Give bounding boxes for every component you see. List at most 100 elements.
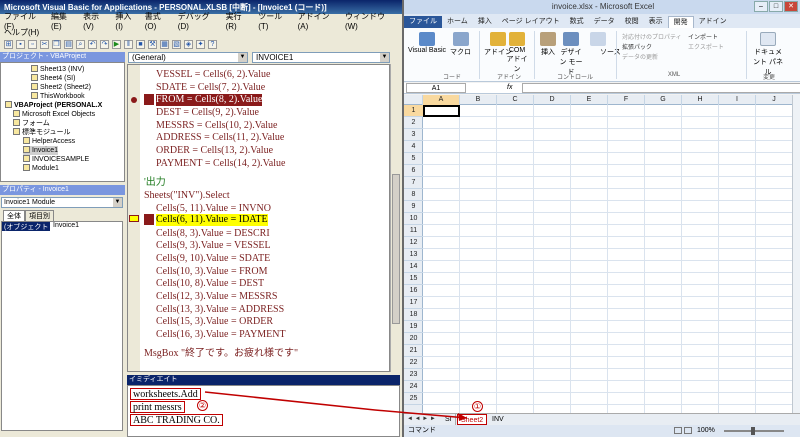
pause-icon[interactable]: ‖ — [124, 40, 133, 49]
design-mode-icon[interactable]: ⚒ — [148, 40, 157, 49]
visual-basic-button[interactable]: Visual Basic — [408, 32, 446, 54]
tree-item[interactable]: ThisWorkbook — [31, 92, 85, 101]
row-header[interactable]: 25 — [404, 393, 423, 405]
column-header[interactable]: J — [756, 95, 793, 105]
select-all-corner[interactable] — [404, 95, 423, 105]
code-window[interactable]: VESSEL = Cells(6, 2).Value SDATE = Cells… — [127, 64, 390, 372]
worksheet-scrollbar[interactable] — [792, 95, 800, 413]
fx-icon[interactable]: fx — [507, 83, 512, 93]
tree-item[interactable]: Sheet4 (SI) — [31, 74, 75, 83]
worksheet-grid[interactable]: ABCDEFGHIJ 1 2 3 4 5 6 7 8 9 10 11 12 13 14 15 16 17 18 19… — [404, 95, 794, 413]
menu-help[interactable]: ヘルプ(H) — [4, 27, 39, 38]
code-line[interactable]: ADDRESS = Cells(11, 2).Value — [156, 132, 284, 144]
tree-item[interactable]: 標準モジュール — [13, 128, 71, 137]
undo-icon[interactable]: ↶ — [88, 40, 97, 49]
code-line[interactable]: Cells(16, 3).Value = PAYMENT — [156, 329, 286, 341]
object-select[interactable]: (General) ▼ — [128, 52, 248, 63]
row-header[interactable]: 6 — [404, 165, 423, 177]
zoom-level[interactable]: 100% — [697, 425, 715, 437]
normal-view-icon[interactable] — [674, 427, 682, 434]
immediate-window[interactable]: worksheets.Add print messrs ABC TRADING … — [127, 385, 400, 437]
row-header[interactable]: 23 — [404, 369, 423, 381]
code-line[interactable]: Cells(10, 8).Value = DEST — [156, 278, 264, 290]
code-line[interactable]: Cells(13, 3).Value = ADDRESS — [156, 304, 284, 316]
chevron-down-icon[interactable]: ▼ — [380, 53, 389, 62]
row-header[interactable]: 13 — [404, 249, 423, 261]
code-line[interactable]: MsgBox "終了です。お疲れ様です" — [144, 348, 298, 360]
code-line[interactable]: Cells(8, 3).Value = DESCRI — [156, 228, 270, 240]
tree-item[interactable]: Invoice1 — [23, 146, 59, 155]
import-button[interactable]: インポート — [688, 32, 718, 41]
row-header[interactable]: 4 — [404, 141, 423, 153]
code-line[interactable]: ORDER = Cells(13, 2).Value — [156, 145, 273, 157]
code-line[interactable]: Cells(9, 3).Value = VESSEL — [156, 240, 271, 252]
row-header[interactable]: 7 — [404, 177, 423, 189]
sheet-nav-arrows-icon[interactable]: ◄ ◄ ► ► — [407, 416, 436, 422]
sheet-tab-si[interactable]: SI — [442, 414, 456, 425]
menu-view[interactable]: 表示(V) — [83, 11, 108, 31]
insert-control-button[interactable]: 挿入 — [539, 32, 557, 57]
copy-icon[interactable]: ❐ — [52, 40, 61, 49]
menu-insert[interactable]: 挿入(I) — [115, 11, 137, 31]
code-line[interactable]: Cells(9, 10).Value = SDATE — [156, 253, 270, 265]
selected-cell-a1[interactable] — [423, 105, 460, 117]
code-line-current[interactable]: Cells(6, 11).Value = IDATE — [156, 214, 268, 226]
row-header[interactable]: 16 — [404, 285, 423, 297]
row-header[interactable]: 3 — [404, 129, 423, 141]
code-line[interactable]: MESSRS = Cells(10, 2).Value — [156, 120, 277, 132]
cut-icon[interactable]: ✂ — [40, 40, 49, 49]
project-explorer-icon[interactable]: ▦ — [160, 40, 169, 49]
code-line[interactable]: Cells(15, 3).Value = ORDER — [156, 316, 273, 328]
paste-icon[interactable]: ▤ — [64, 40, 73, 49]
maximize-icon[interactable]: □ — [769, 1, 783, 12]
tab-data[interactable]: データ — [589, 16, 620, 28]
row-header[interactable]: 11 — [404, 225, 423, 237]
macro-button[interactable]: マクロ — [450, 32, 471, 57]
code-line[interactable]: Cells(10, 3).Value = FROM — [156, 266, 267, 278]
tree-item[interactable]: Module1 — [23, 164, 59, 173]
row-header[interactable]: 1 — [404, 105, 423, 117]
excel-icon[interactable]: ⊞ — [4, 40, 13, 49]
source-button[interactable]: ソース — [600, 47, 621, 57]
row-header[interactable]: 8 — [404, 189, 423, 201]
tab-file[interactable]: ファイル — [404, 16, 442, 28]
control-props-button[interactable] — [590, 32, 606, 47]
sheet-tab-sheet2[interactable]: Sheet2 — [457, 414, 488, 425]
menu-tools[interactable]: ツール(T) — [258, 11, 290, 31]
tab-page-layout[interactable]: ページ レイアウト — [497, 16, 565, 28]
close-icon[interactable]: ✕ — [784, 1, 798, 12]
chevron-down-icon[interactable]: ▼ — [238, 53, 247, 62]
reset-icon[interactable]: ■ — [136, 40, 145, 49]
page-layout-icon[interactable] — [684, 427, 692, 434]
code-line[interactable]: DEST = Cells(9, 2).Value — [156, 107, 259, 119]
row-header[interactable]: 5 — [404, 153, 423, 165]
column-header[interactable]: H — [682, 95, 719, 105]
menu-run[interactable]: 実行(R) — [226, 11, 252, 31]
row-header[interactable]: 22 — [404, 357, 423, 369]
tree-item[interactable]: フォーム — [13, 119, 50, 128]
tab-formulas[interactable]: 数式 — [565, 16, 589, 28]
redo-icon[interactable]: ↷ — [100, 40, 109, 49]
menu-window[interactable]: ウィンドウ(W) — [345, 11, 395, 31]
row-header[interactable]: 10 — [404, 213, 423, 225]
code-line[interactable]: PAYMENT = Cells(14, 2).Value — [156, 158, 285, 170]
column-header[interactable]: B — [460, 95, 497, 105]
menu-edit[interactable]: 編集(E) — [51, 11, 76, 31]
cell-area[interactable] — [423, 105, 794, 413]
tab-review[interactable]: 校閲 — [620, 16, 644, 28]
sheet-tab-inv[interactable]: INV — [490, 414, 506, 425]
tree-item[interactable]: Sheet2 (Sheet2) — [31, 83, 91, 92]
immediate-line[interactable]: worksheets.Add — [130, 388, 201, 400]
design-mode-button[interactable]: デザイン モード — [559, 32, 583, 77]
xml-map-properties-button[interactable]: 対応付けのプロパティ — [622, 32, 682, 41]
code-scrollbar[interactable] — [390, 64, 400, 372]
zoom-slider-thumb[interactable] — [751, 427, 755, 435]
row-header[interactable]: 20 — [404, 333, 423, 345]
object-browser-icon[interactable]: ◈ — [184, 40, 193, 49]
minimize-icon[interactable]: – — [754, 1, 768, 12]
save-icon[interactable]: ▫ — [28, 40, 37, 49]
immediate-output[interactable]: ABC TRADING CO. — [130, 414, 223, 426]
export-button[interactable]: エクスポート — [688, 42, 724, 51]
tab-addins[interactable]: アドイン — [694, 16, 732, 28]
column-header[interactable]: C — [497, 95, 534, 105]
